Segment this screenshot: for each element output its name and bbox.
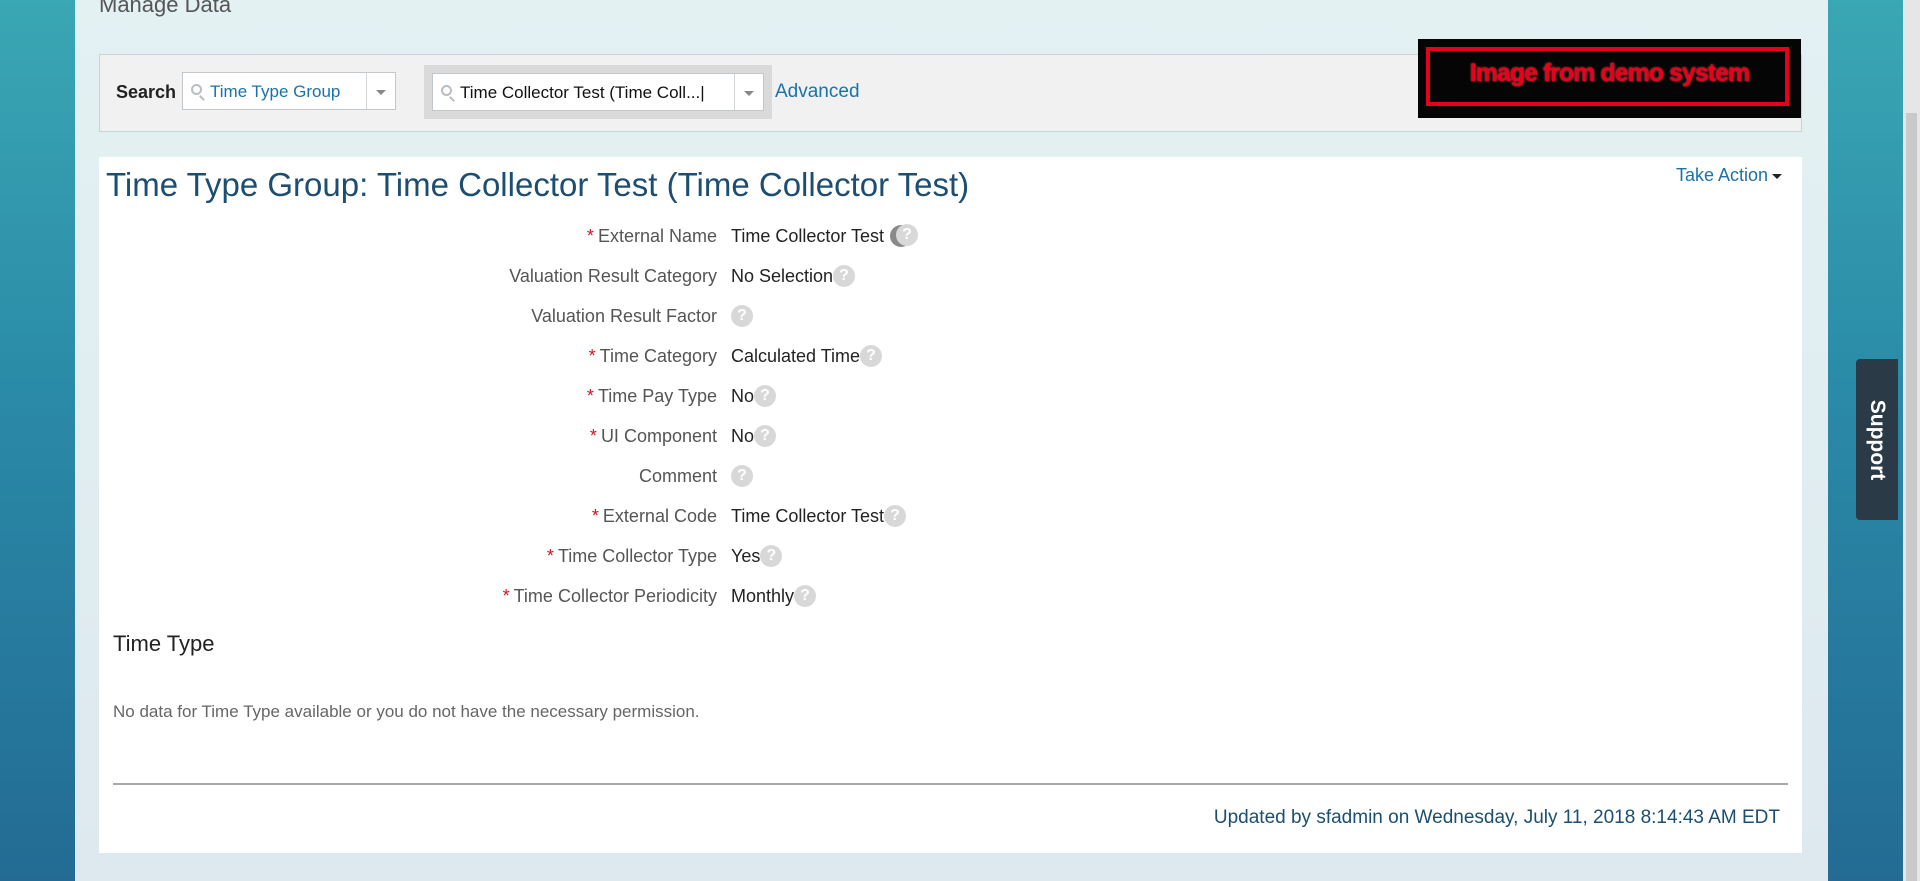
field-value: No? <box>731 424 777 447</box>
field-value: ? <box>731 464 753 487</box>
field-value: No? <box>731 384 777 407</box>
advanced-search-link[interactable]: Advanced <box>775 81 860 103</box>
field-row-valuation-result-factor: Valuation Result Factor ? <box>99 304 999 336</box>
field-label: * Time Collector Periodicity <box>502 586 717 606</box>
scrollbar-thumb[interactable] <box>1906 113 1917 881</box>
field-label: Valuation Result Factor <box>531 306 717 326</box>
time-type-section-title: Time Type <box>113 631 215 656</box>
field-row-ui-component: * UI Component No? <box>99 424 999 456</box>
field-label: * UI Component <box>589 426 717 446</box>
required-marker: * <box>546 546 554 566</box>
page-heading: Manage Data <box>99 0 232 17</box>
field-label: * External Code <box>591 506 717 526</box>
help-icon[interactable]: ? <box>760 544 783 567</box>
search-bar: Search : Time Type Group Time Collector … <box>99 39 1802 132</box>
field-value: No Selection? <box>731 264 856 287</box>
field-row-time-collector-type: * Time Collector Type Yes? <box>99 544 999 576</box>
field-value: Calculated Time? <box>731 344 883 367</box>
search-icon <box>441 85 452 96</box>
field-value: Monthly? <box>731 584 817 607</box>
field-label: * External Name <box>586 226 717 246</box>
time-type-empty-message: No data for Time Type available or you d… <box>113 702 700 721</box>
field-row-valuation-result-category: Valuation Result Category No Selection? <box>99 264 999 296</box>
required-marker: * <box>502 586 510 606</box>
field-label: Comment <box>638 466 717 486</box>
page-scrollbar[interactable] <box>1903 0 1920 881</box>
help-icon[interactable]: ? <box>884 504 907 527</box>
banner-text: Image from demo system <box>1469 59 1751 87</box>
record-title: Time Type Group: Time Collector Test (Ti… <box>106 166 970 203</box>
support-label[interactable]: Support <box>1865 399 1889 479</box>
object-type-value[interactable]: Time Type Group <box>210 82 340 102</box>
record-panel: Time Type Group: Time Collector Test (Ti… <box>99 157 1802 853</box>
field-value: Time Collector Test <box>731 224 913 247</box>
caret-down-icon[interactable] <box>1772 173 1782 179</box>
help-icon[interactable]: ? <box>896 224 918 246</box>
field-label: * Time Collector Type <box>546 546 717 566</box>
take-action-label[interactable]: Take Action <box>1676 165 1768 185</box>
object-search-wrapper: Time Collector Test (Time Coll...| <box>424 65 772 119</box>
updated-info: Updated by sfadmin on Wednesday, July 11… <box>1213 807 1780 828</box>
field-row-external-name: * External Name Time Collector Test ? <box>99 224 999 256</box>
search-label: Search : <box>116 82 188 102</box>
field-value: Yes? <box>731 544 783 567</box>
help-icon[interactable]: ? <box>731 304 753 327</box>
help-icon[interactable]: ? <box>754 424 777 447</box>
field-row-external-code: * External Code Time Collector Test? <box>99 504 999 536</box>
chevron-down-icon[interactable] <box>366 73 395 109</box>
field-row-time-pay-type: * Time Pay Type No? <box>99 384 999 416</box>
required-marker: * <box>586 386 594 406</box>
help-icon[interactable]: ? <box>754 384 777 407</box>
search-icon <box>191 84 202 95</box>
help-icon[interactable]: ? <box>731 464 753 487</box>
support-tab[interactable]: Support <box>1856 359 1898 520</box>
object-search-input[interactable]: Time Collector Test (Time Coll...| <box>460 83 705 103</box>
help-icon[interactable]: ? <box>833 264 856 287</box>
field-label: * Time Pay Type <box>586 386 717 406</box>
required-marker: * <box>591 506 599 526</box>
field-label: Valuation Result Category <box>509 266 717 286</box>
required-marker: * <box>589 426 597 446</box>
field-label: * Time Category <box>588 346 717 366</box>
field-row-comment: Comment ? <box>99 464 999 496</box>
help-icon[interactable]: ? <box>860 344 883 367</box>
object-type-combobox[interactable]: Time Type Group <box>182 72 396 110</box>
manage-data-page: Manage Data Search : Time Type Group Tim… <box>75 0 1828 881</box>
field-value: ? <box>731 304 753 327</box>
chevron-down-icon[interactable] <box>734 74 763 110</box>
help-icon[interactable]: ? <box>794 584 817 607</box>
field-row-time-category: * Time Category Calculated Time? <box>99 344 999 376</box>
required-marker: * <box>588 346 596 366</box>
field-value: Time Collector Test? <box>731 504 907 527</box>
footer-divider <box>113 783 1788 785</box>
required-marker: * <box>586 226 594 246</box>
demo-system-banner: Image from demo system <box>1418 39 1801 118</box>
object-search-combobox[interactable]: Time Collector Test (Time Coll...| <box>432 73 764 111</box>
field-row-time-collector-periodicity: * Time Collector Periodicity Monthly? <box>99 584 999 616</box>
take-action-menu[interactable]: Take Action <box>1676 165 1782 186</box>
